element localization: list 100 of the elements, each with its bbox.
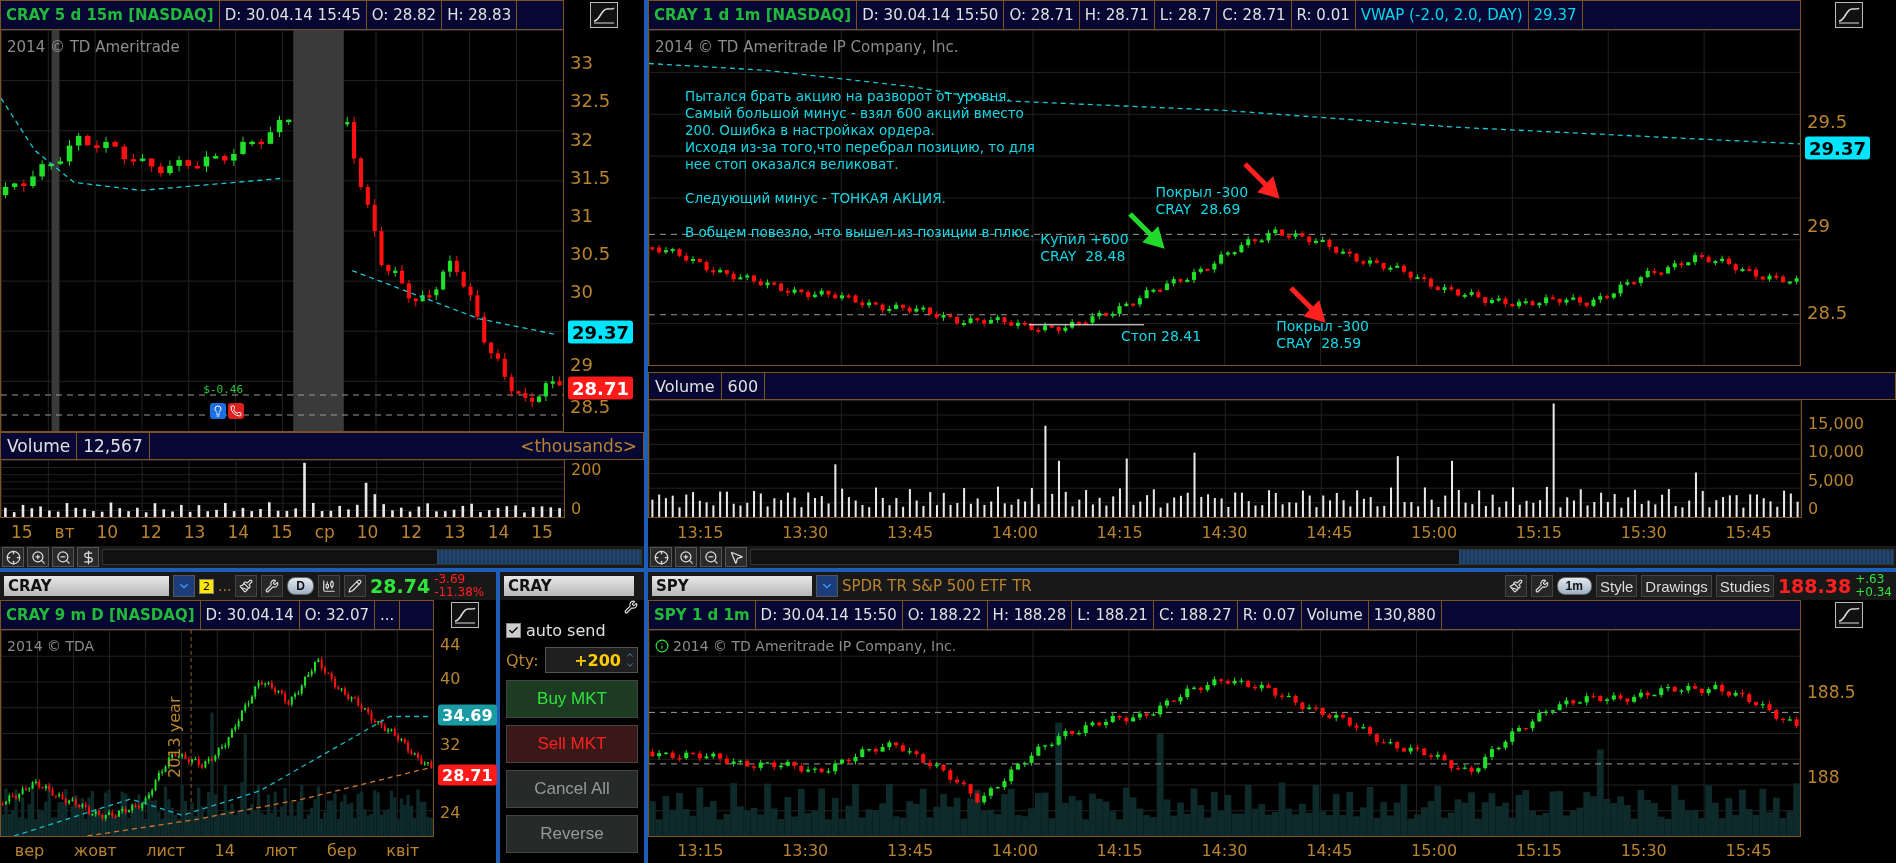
study-value: VWAP (-2.0, 2.0, DAY) xyxy=(1355,1,1529,29)
volume-tick: 15,000 xyxy=(1808,414,1865,433)
order-button[interactable]: Reverse xyxy=(506,815,638,853)
order-button[interactable]: Cancel All xyxy=(506,770,638,808)
time-tick: 15:00 xyxy=(1411,840,1458,860)
watermark: 2014 © TD Ameritrade IP Company, Inc. xyxy=(673,638,957,654)
year-label: 2013 year xyxy=(165,696,185,779)
percent-change: -11.38% xyxy=(434,586,485,599)
auto-send-checkbox[interactable]: auto send xyxy=(506,621,638,640)
time-tick: 15:00 xyxy=(1411,522,1458,542)
quote-field: D: 30.04.14 15:50 xyxy=(755,601,903,629)
time-tick: 15:30 xyxy=(1620,522,1667,542)
qty-field[interactable]: +200 xyxy=(544,647,638,673)
quote-field: H: 188.28 xyxy=(987,601,1073,629)
quote-field: ... xyxy=(375,601,401,629)
price-tick: 31 xyxy=(570,204,593,226)
time-tick: 10 xyxy=(96,522,119,542)
time-tick: 13:15 xyxy=(677,522,724,542)
quote-field: D: 30.04.14 xyxy=(200,601,300,629)
time-tick: ср xyxy=(314,522,335,542)
time-tick: 14:45 xyxy=(1306,840,1353,860)
symbol-field[interactable]: CRAY xyxy=(504,576,634,596)
quote-field: 130,880 xyxy=(1368,601,1442,629)
time-tick: 14:30 xyxy=(1201,522,1248,542)
period-button[interactable]: D xyxy=(287,577,315,595)
stop-label: Стоп 28.41 xyxy=(1120,328,1202,346)
time-tick: бер xyxy=(326,840,357,860)
toolbar-menu-button[interactable]: Studies xyxy=(1715,575,1774,597)
symbol-field[interactable]: CRAY xyxy=(4,576,169,596)
toolbar-menu-button[interactable]: Style xyxy=(1595,575,1638,597)
watermark: 2014 © TD Ameritrade IP Company, Inc. xyxy=(655,38,959,56)
trade-marker: $-0.46 xyxy=(203,382,244,396)
quote-field: O: 28.82 xyxy=(366,1,443,29)
price-badge: 29.37 xyxy=(568,320,633,343)
trade-label: Покрыл -300 CRAY 28.69 xyxy=(1155,184,1249,219)
time-tick: лист xyxy=(146,840,185,860)
quote-field: R: 0.07 xyxy=(1237,601,1302,629)
time-tick: 13 xyxy=(444,522,466,542)
volume-tick: 200 xyxy=(571,460,603,479)
price-badge: 28.71 xyxy=(438,764,497,786)
quote-field: C: 188.27 xyxy=(1153,601,1238,629)
time-tick: 15 xyxy=(11,522,33,542)
quote-field: C: 28.71 xyxy=(1217,1,1292,29)
time-tick: 12 xyxy=(140,522,162,542)
quote-field: O: 32.07 xyxy=(299,601,375,629)
time-tick: 15:15 xyxy=(1515,522,1562,542)
period-button[interactable]: 1m xyxy=(1556,577,1592,595)
time-tick: вт xyxy=(54,522,75,542)
last-price: 28.74 xyxy=(370,575,431,597)
time-tick: 14:00 xyxy=(991,522,1038,542)
time-tick: 15:30 xyxy=(1620,840,1667,860)
time-tick: 14:00 xyxy=(991,840,1038,860)
symbol-field[interactable]: SPY xyxy=(652,576,812,596)
time-tick: 13 xyxy=(183,522,206,542)
quote-field: D: 30.04.14 15:45 xyxy=(219,1,367,29)
price-tick: 33 xyxy=(570,51,593,73)
quote-field: L: 188.21 xyxy=(1072,601,1154,629)
price-tick: 188 xyxy=(1807,766,1840,787)
link-badge[interactable]: 2 xyxy=(199,578,214,594)
time-tick: 14 xyxy=(214,840,235,860)
volume-label: Volume xyxy=(1,433,78,459)
price-tick: 44 xyxy=(440,635,461,654)
annotation-note: Пытался брать акцию на разворот от уровня. Самый большой минус - взял 600 акций вместо 200. Ошибка в настройках ордера. Исходя из-за того,что перебрал позицию, то для нее стоп оказался великоват. Следующий минус - ТОНКАЯ АКЦИЯ. В общем повезло, что вышел из позиции в плюс. xyxy=(685,88,1035,241)
time-tick: жовт xyxy=(73,840,117,860)
time-tick: 10 xyxy=(356,522,379,542)
quote-field: H: 28.83 xyxy=(442,1,518,29)
quote-field: O: 188.22 xyxy=(902,601,988,629)
price-tick: 32 xyxy=(440,734,461,754)
price-tick: 30.5 xyxy=(570,242,611,264)
price-tick: 24 xyxy=(440,802,461,822)
time-tick: 14 xyxy=(487,522,510,542)
price-tick: 28.5 xyxy=(1807,301,1848,323)
volume-tick: 5,000 xyxy=(1808,470,1855,490)
trade-label: Покрыл -300 CRAY 28.59 xyxy=(1276,318,1369,353)
time-tick: 15 xyxy=(531,522,553,542)
more-text: ... xyxy=(218,578,232,594)
last-price: 188.38 xyxy=(1777,575,1852,597)
quote-field: H: 28.71 xyxy=(1079,1,1155,29)
order-button[interactable]: Sell MKT xyxy=(506,725,638,763)
toolbar-menu-button[interactable]: Drawings xyxy=(1641,575,1712,597)
price-badge: 28.71 xyxy=(568,376,633,400)
order-button[interactable]: Buy MKT xyxy=(506,680,638,718)
time-tick: 14:15 xyxy=(1096,522,1143,542)
time-tick: лют xyxy=(264,840,298,860)
price-tick: 32.5 xyxy=(570,89,611,111)
price-tick: 188.5 xyxy=(1807,682,1856,703)
watermark: 2014 © TDA xyxy=(7,638,95,654)
time-tick: 15:15 xyxy=(1515,840,1562,860)
chart-title: CRAY 1 d 1m [NASDAQ] xyxy=(649,1,858,29)
time-tick: 14:30 xyxy=(1201,840,1248,860)
volume-tick: 0 xyxy=(1808,499,1820,518)
symbol-description: SPDR TR S&P 500 ETF TR xyxy=(842,577,1032,595)
quote-field: O: 28.71 xyxy=(1004,1,1080,29)
time-tick: 14:15 xyxy=(1096,840,1143,860)
qty-label: Qty: xyxy=(506,650,539,670)
price-tick: 31.5 xyxy=(570,166,611,188)
time-tick: 13:45 xyxy=(886,840,934,860)
price-tick: 30 xyxy=(570,280,593,302)
price-change: -3.69 xyxy=(434,573,467,586)
price-tick: 32 xyxy=(570,128,593,150)
